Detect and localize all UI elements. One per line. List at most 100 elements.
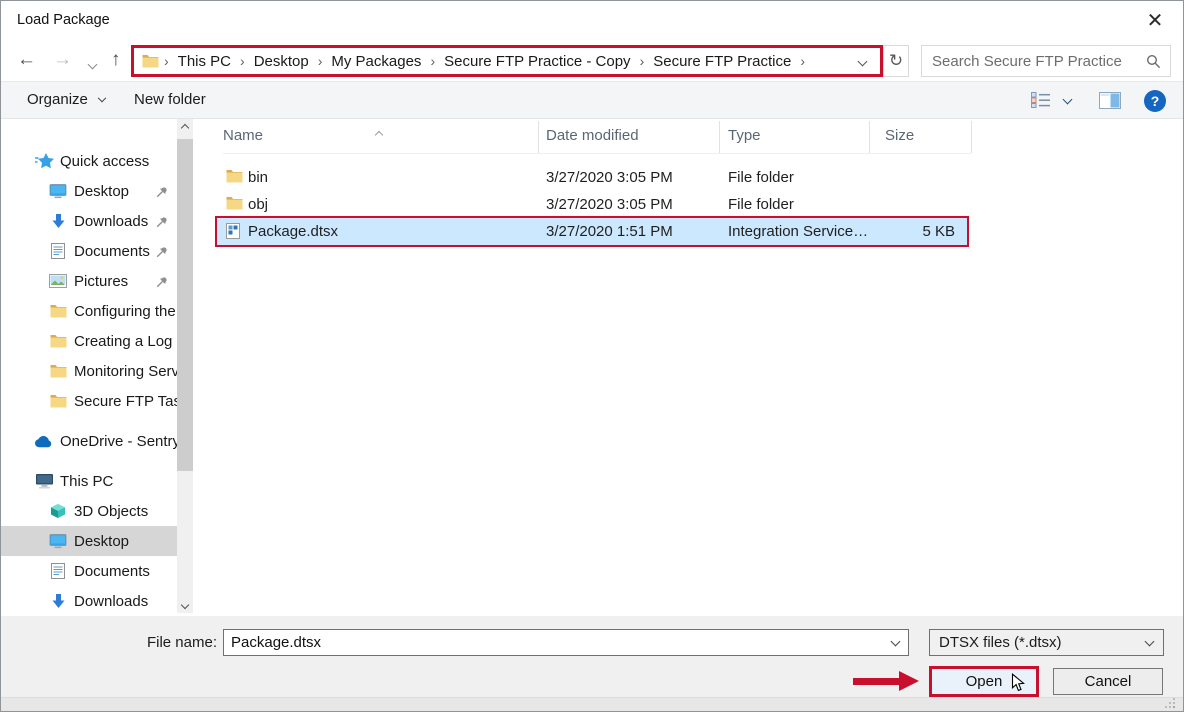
file-date-modified: 3/27/2020 3:05 PM <box>546 191 673 218</box>
scroll-down-icon[interactable] <box>177 596 193 613</box>
sidebar-item-this-pc[interactable]: This PC <box>1 466 177 496</box>
search-icon[interactable] <box>1146 54 1161 73</box>
open-button[interactable]: Open <box>929 666 1039 697</box>
address-dropdown-chevron-icon[interactable] <box>858 56 868 66</box>
file-row-obj[interactable]: obj 3/27/2020 3:05 PM File folder <box>217 191 967 218</box>
column-headers: Name Date modified Type Size <box>193 119 1183 153</box>
help-icon[interactable]: ? <box>1144 90 1166 112</box>
pin-icon <box>156 215 168 232</box>
crumb-separator: › <box>313 53 328 69</box>
bottom-strip <box>1 697 1183 712</box>
annotation-arrow-head <box>899 671 919 691</box>
breadcrumb-this-pc[interactable]: This PC <box>174 53 235 70</box>
sidebar-item-documents-pinned[interactable]: Documents <box>1 236 177 266</box>
details-view-icon[interactable] <box>1031 92 1051 110</box>
open-button-label: Open <box>966 673 1003 690</box>
search-box <box>921 45 1171 77</box>
scroll-up-icon[interactable] <box>177 119 193 136</box>
new-folder-button[interactable]: New folder <box>134 82 206 118</box>
file-name: Package.dtsx <box>248 218 338 245</box>
sidebar-item-secure-ftp-task[interactable]: Secure FTP Task <box>1 386 177 416</box>
breadcrumb-desktop[interactable]: Desktop <box>250 53 313 70</box>
organize-button[interactable]: Organize <box>27 82 105 118</box>
column-header-size[interactable]: Size <box>885 119 914 153</box>
sidebar-item-configuring[interactable]: Configuring the C <box>1 296 177 326</box>
column-divider <box>719 121 720 153</box>
sidebar-scrollbar[interactable] <box>177 119 193 613</box>
recent-locations-chevron-icon[interactable] <box>88 60 98 70</box>
file-name: obj <box>248 191 268 218</box>
preview-pane-icon[interactable] <box>1099 92 1121 110</box>
crumb-separator: › <box>235 53 250 69</box>
navigation-bar: ← → ↑ › This PC › Desktop › My Packages … <box>1 41 1183 81</box>
resize-grip-icon[interactable] <box>1173 706 1175 708</box>
sidebar-item-creating-log[interactable]: Creating a Log F <box>1 326 177 356</box>
organize-label: Organize <box>27 91 88 108</box>
sidebar-item-desktop-pinned[interactable]: Desktop <box>1 176 177 206</box>
load-package-dialog: Load Package ✕ ← → ↑ › This PC › Desktop… <box>0 0 1184 712</box>
breadcrumb-secure-ftp-practice[interactable]: Secure FTP Practice <box>649 53 795 70</box>
file-row-package-dtsx-selected[interactable]: Package.dtsx 3/27/2020 1:51 PM Integrati… <box>217 218 967 245</box>
sidebar-item-pictures-pinned[interactable]: Pictures <box>1 266 177 296</box>
file-list: Name Date modified Type Size bin 3/27/20… <box>193 119 1183 616</box>
column-header-type[interactable]: Type <box>728 119 761 153</box>
column-header-name[interactable]: Name <box>223 119 263 153</box>
refresh-icon: ↻ <box>889 51 903 70</box>
chevron-down-icon <box>1145 637 1155 647</box>
document-icon <box>48 242 68 260</box>
close-icon[interactable]: ✕ <box>1145 11 1165 31</box>
breadcrumb-my-packages[interactable]: My Packages <box>327 53 425 70</box>
sidebar-item-downloads-pinned[interactable]: Downloads <box>1 206 177 236</box>
sidebar-item-label: Desktop <box>74 533 129 550</box>
new-folder-label: New folder <box>134 91 206 108</box>
sidebar-item-quick-access[interactable]: Quick access <box>1 146 177 176</box>
file-date-modified: 3/27/2020 3:05 PM <box>546 164 673 191</box>
downloads-arrow-icon <box>48 212 68 230</box>
desktop-icon <box>48 532 68 550</box>
quick-access-star-icon <box>34 152 54 170</box>
dtsx-package-icon <box>226 223 240 243</box>
folder-icon <box>48 302 68 320</box>
sidebar-item-label: This PC <box>60 473 113 490</box>
up-icon[interactable]: ↑ <box>111 49 121 71</box>
desktop-icon <box>48 182 68 200</box>
pin-icon <box>156 245 168 262</box>
sort-ascending-icon <box>376 125 382 142</box>
file-size <box>869 164 955 191</box>
sidebar-item-label: Downloads <box>74 593 148 610</box>
sidebar-item-label: Documents <box>74 243 150 260</box>
scrollbar-thumb[interactable] <box>177 139 193 471</box>
pin-icon <box>156 185 168 202</box>
sidebar-item-label: Pictures <box>74 273 128 290</box>
crumb-separator: › <box>795 53 810 69</box>
folder-icon <box>48 392 68 410</box>
crumb-separator: › <box>425 53 440 69</box>
sidebar-item-onedrive[interactable]: OneDrive - Sentry <box>1 426 177 456</box>
file-size: 5 KB <box>869 218 955 245</box>
file-row-bin[interactable]: bin 3/27/2020 3:05 PM File folder <box>217 164 967 191</box>
file-name-input[interactable] <box>224 630 908 655</box>
file-type-dropdown[interactable]: DTSX files (*.dtsx) <box>929 629 1164 656</box>
column-header-date-modified[interactable]: Date modified <box>546 119 639 153</box>
sidebar-item-documents[interactable]: Documents <box>1 556 177 586</box>
folder-icon <box>226 196 243 214</box>
refresh-button[interactable]: ↻ <box>883 45 909 77</box>
back-icon[interactable]: ← <box>17 49 36 71</box>
breadcrumb-secure-ftp-practice-copy[interactable]: Secure FTP Practice - Copy <box>440 53 634 70</box>
search-input[interactable] <box>922 46 1170 76</box>
sidebar-item-label: Documents <box>74 563 150 580</box>
cancel-button[interactable]: Cancel <box>1053 668 1163 695</box>
folder-icon <box>48 362 68 380</box>
command-toolbar: Organize New folder ? <box>1 81 1183 119</box>
view-options-chevron-icon[interactable] <box>1063 95 1073 105</box>
pin-icon <box>156 275 168 292</box>
sidebar-item-label: Monitoring Servi <box>74 363 177 380</box>
address-bar[interactable]: › This PC › Desktop › My Packages › Secu… <box>131 45 883 77</box>
file-type-value: DTSX files (*.dtsx) <box>939 634 1062 651</box>
sidebar-item-3d-objects[interactable]: 3D Objects <box>1 496 177 526</box>
forward-icon: → <box>53 49 72 71</box>
sidebar-item-monitoring[interactable]: Monitoring Servi <box>1 356 177 386</box>
folder-icon <box>48 332 68 350</box>
sidebar-item-downloads[interactable]: Downloads <box>1 586 177 616</box>
sidebar-item-desktop-selected[interactable]: Desktop <box>1 526 177 556</box>
